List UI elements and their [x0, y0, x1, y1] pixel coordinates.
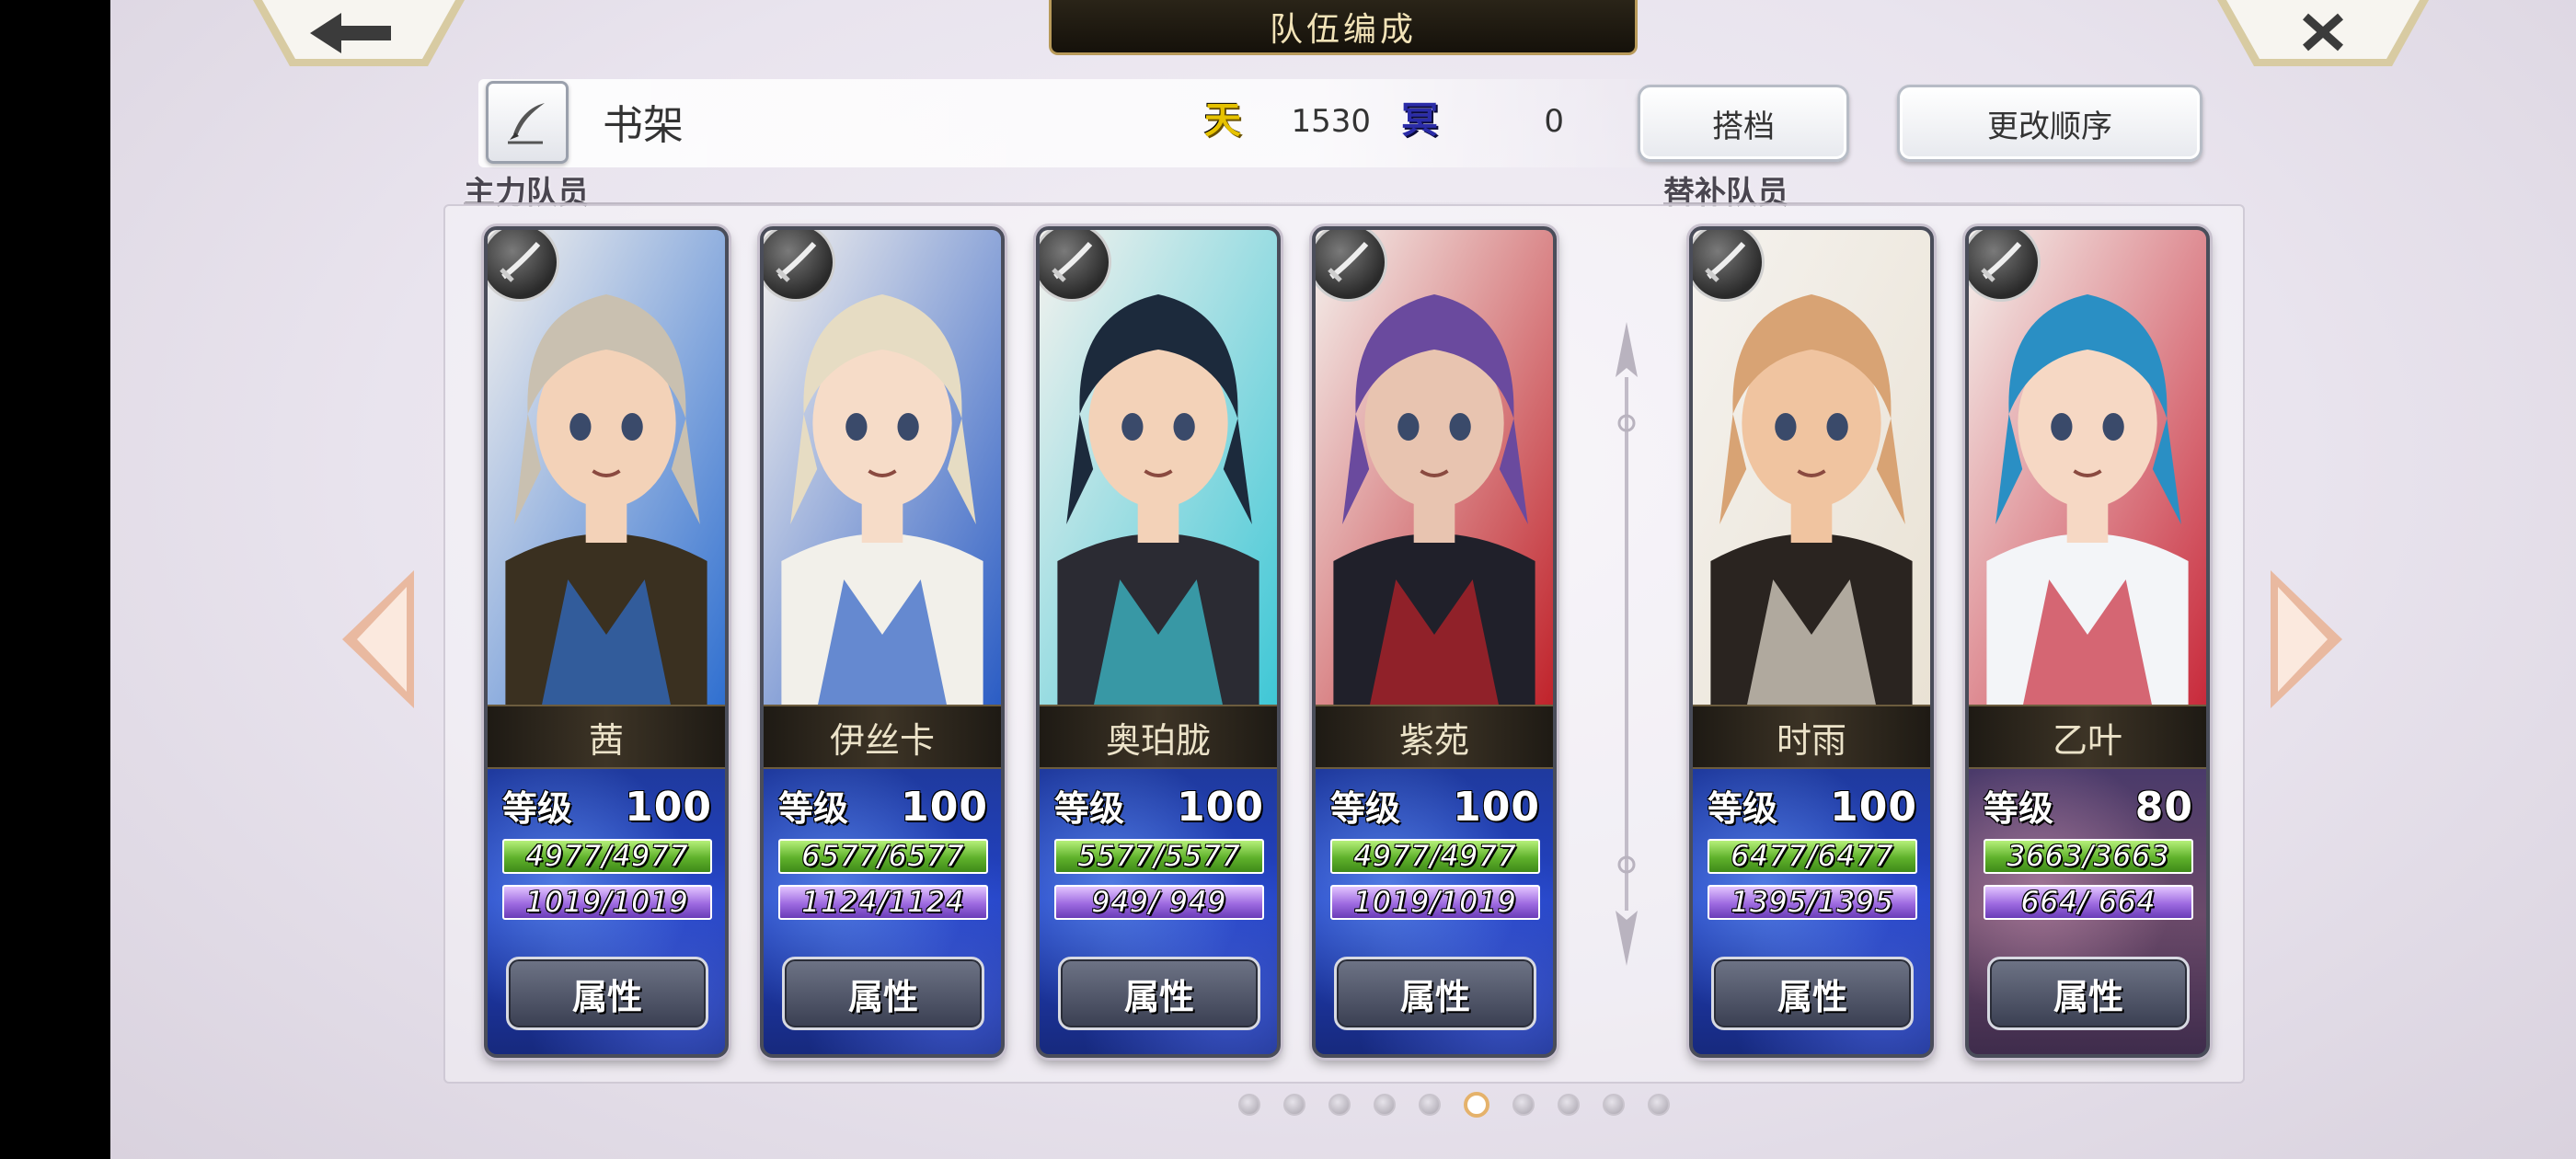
chevron-left-icon [342, 570, 414, 708]
close-button[interactable] [2217, 0, 2429, 70]
page-dot[interactable] [1648, 1094, 1670, 1116]
hp-bar: 3663/3663 [1984, 839, 2193, 874]
character-name: 时雨 [1693, 705, 1930, 769]
change-order-button[interactable]: 更改顺序 [1897, 85, 2202, 162]
section-divider [1599, 322, 1654, 966]
character-stats: 等级 100 6477/6477 1395/1395 属性 [1693, 769, 1930, 1054]
sp-bar: 949/ 949 [1054, 885, 1264, 920]
attributes-button[interactable]: 属性 [1711, 957, 1914, 1030]
page-dot[interactable] [1419, 1094, 1441, 1116]
character-card[interactable]: 时雨 等级 100 6477/6477 1395/1395 属性 [1689, 226, 1934, 1058]
character-portrait [1969, 230, 2206, 708]
character-card[interactable]: 乙叶 等级 80 3663/3663 664/ 664 属性 [1965, 226, 2210, 1058]
level-value: 100 [901, 784, 988, 831]
level-row: 等级 100 [1330, 780, 1540, 832]
level-value: 100 [1453, 784, 1540, 831]
level-value: 80 [2134, 784, 2193, 831]
page-dot[interactable] [1374, 1094, 1396, 1116]
hp-bar: 6477/6477 [1708, 839, 1917, 874]
hp-bar: 4977/4977 [502, 839, 712, 874]
character-name: 紫苑 [1316, 705, 1553, 769]
attributes-button[interactable]: 属性 [1334, 957, 1536, 1030]
level-row: 等级 100 [778, 780, 988, 832]
level-label: 等级 [1984, 788, 2054, 829]
hp-bar: 4977/4977 [1330, 839, 1540, 874]
attributes-button[interactable]: 属性 [1987, 957, 2190, 1030]
sp-bar: 1395/1395 [1708, 885, 1917, 920]
attributes-button[interactable]: 属性 [1058, 957, 1260, 1030]
page-dot[interactable] [1603, 1094, 1625, 1116]
character-name: 奥珀胧 [1040, 705, 1277, 769]
underworld-currency-value: 0 [1544, 103, 1564, 140]
attributes-button[interactable]: 属性 [782, 957, 984, 1030]
level-value: 100 [1177, 784, 1264, 831]
heaven-currency-icon: 天 [1204, 99, 1241, 142]
sp-bar: 1124/1124 [778, 885, 988, 920]
back-arrow-icon [253, 0, 465, 66]
level-label: 等级 [778, 788, 849, 829]
character-stats: 等级 80 3663/3663 664/ 664 属性 [1969, 769, 2206, 1054]
character-stats: 等级 100 4977/4977 1019/1019 属性 [488, 769, 725, 1054]
level-label: 等级 [502, 788, 573, 829]
character-card[interactable]: 伊丝卡 等级 100 6577/6577 1124/1124 属性 [760, 226, 1005, 1058]
rename-team-button[interactable] [486, 81, 569, 164]
page-dot[interactable] [1512, 1094, 1535, 1116]
hp-bar: 5577/5577 [1054, 839, 1264, 874]
character-stats: 等级 100 4977/4977 1019/1019 属性 [1316, 769, 1553, 1054]
next-team-button[interactable] [2269, 570, 2342, 708]
heaven-currency-value: 1530 [1291, 103, 1371, 140]
level-label: 等级 [1330, 788, 1401, 829]
quill-pen-icon [508, 103, 545, 144]
character-stats: 等级 100 6577/6577 1124/1124 属性 [764, 769, 1001, 1054]
chevron-right-icon [2271, 570, 2342, 708]
character-card[interactable]: 奥珀胧 等级 100 5577/5577 949/ 949 属性 [1036, 226, 1281, 1058]
formation-button[interactable]: 搭档 [1638, 85, 1849, 162]
prev-team-button[interactable] [342, 570, 416, 708]
page-dot[interactable] [1464, 1092, 1489, 1118]
character-card[interactable]: 茜 等级 100 4977/4977 1019/1019 属性 [484, 226, 729, 1058]
attributes-button[interactable]: 属性 [506, 957, 708, 1030]
page-dot[interactable] [1238, 1094, 1260, 1116]
sp-bar: 664/ 664 [1984, 885, 2193, 920]
team-name: 书架 [603, 102, 684, 149]
sp-bar: 1019/1019 [1330, 885, 1540, 920]
hp-bar: 6577/6577 [778, 839, 988, 874]
sp-bar: 1019/1019 [502, 885, 712, 920]
level-value: 100 [625, 784, 712, 831]
level-row: 等级 80 [1984, 780, 2193, 832]
character-portrait [764, 230, 1001, 708]
page-dot[interactable] [1283, 1094, 1305, 1116]
level-label: 等级 [1708, 788, 1778, 829]
character-portrait [1693, 230, 1930, 708]
character-portrait [1040, 230, 1277, 708]
level-value: 100 [1830, 784, 1917, 831]
character-name: 伊丝卡 [764, 705, 1001, 769]
page-indicator [1238, 1092, 1670, 1118]
character-stats: 等级 100 5577/5577 949/ 949 属性 [1040, 769, 1277, 1054]
level-label: 等级 [1054, 788, 1125, 829]
character-name: 乙叶 [1969, 705, 2206, 769]
level-row: 等级 100 [502, 780, 712, 832]
underworld-currency-icon: 冥 [1401, 99, 1438, 142]
back-button[interactable] [253, 0, 465, 70]
close-icon [2217, 0, 2429, 66]
character-card[interactable]: 紫苑 等级 100 4977/4977 1019/1019 属性 [1312, 226, 1557, 1058]
character-name: 茜 [488, 705, 725, 769]
formation-screen: 队伍编成 书架 天 1530 冥 0 搭档 更改顺序 主力队员 替补队员 茜 等… [110, 0, 2576, 1159]
page-dot[interactable] [1558, 1094, 1580, 1116]
page-title: 队伍编成 [1049, 0, 1638, 55]
page-dot[interactable] [1328, 1094, 1351, 1116]
character-portrait [488, 230, 725, 708]
character-portrait [1316, 230, 1553, 708]
level-row: 等级 100 [1708, 780, 1917, 832]
level-row: 等级 100 [1054, 780, 1264, 832]
